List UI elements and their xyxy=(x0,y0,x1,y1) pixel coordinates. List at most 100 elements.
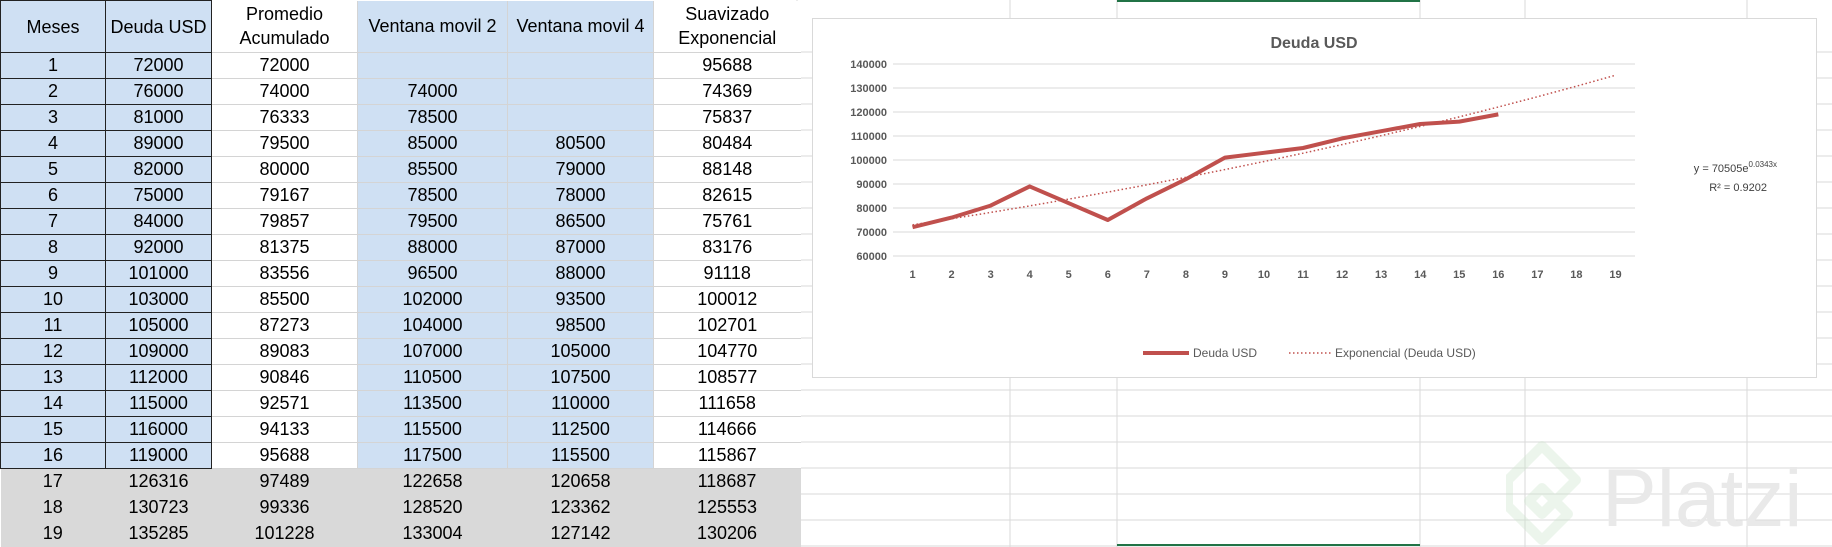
table-cell[interactable] xyxy=(507,78,654,105)
table-cell[interactable]: 92571 xyxy=(211,390,358,417)
table-cell[interactable]: 128520 xyxy=(357,494,508,521)
table-cell[interactable]: 19 xyxy=(0,520,106,547)
table-cell[interactable]: 88000 xyxy=(357,234,508,261)
table-cell[interactable]: 79857 xyxy=(211,208,358,235)
table-cell[interactable]: 8 xyxy=(0,234,106,261)
table-cell[interactable]: 113500 xyxy=(357,390,508,417)
table-cell[interactable]: 122658 xyxy=(357,468,508,495)
table-cell[interactable]: 2 xyxy=(0,78,106,105)
table-cell[interactable]: 127142 xyxy=(507,520,654,547)
table-cell[interactable]: 83176 xyxy=(653,234,801,261)
table-cell[interactable]: 126316 xyxy=(105,468,212,495)
table-cell[interactable]: 86500 xyxy=(507,208,654,235)
table-cell[interactable]: 74369 xyxy=(653,78,801,105)
table-cell[interactable]: 117500 xyxy=(357,442,508,469)
table-cell[interactable]: 110500 xyxy=(357,364,508,391)
table-cell[interactable]: 115500 xyxy=(507,442,654,469)
header-cell[interactable]: Ventana movil 2 xyxy=(357,0,508,53)
table-cell[interactable]: 104770 xyxy=(653,338,801,365)
table-cell[interactable]: 87000 xyxy=(507,234,654,261)
table-cell[interactable]: 115867 xyxy=(653,442,801,469)
table-cell[interactable]: 105000 xyxy=(507,338,654,365)
header-cell[interactable]: Deuda USD xyxy=(105,0,212,53)
table-cell[interactable]: 85500 xyxy=(357,156,508,183)
table-cell[interactable]: 80500 xyxy=(507,130,654,157)
table-cell[interactable]: 101000 xyxy=(105,260,212,287)
table-cell[interactable]: 95688 xyxy=(211,442,358,469)
table-cell[interactable]: 15 xyxy=(0,416,106,443)
header-cell[interactable]: Suavizado Exponencial xyxy=(653,0,801,53)
table-cell[interactable]: 3 xyxy=(0,104,106,131)
table-cell[interactable]: 104000 xyxy=(357,312,508,339)
table-cell[interactable]: 95688 xyxy=(653,52,801,79)
table-cell[interactable]: 6 xyxy=(0,182,106,209)
table-cell[interactable]: 17 xyxy=(0,468,106,495)
table-cell[interactable]: 99336 xyxy=(211,494,358,521)
table-cell[interactable]: 111658 xyxy=(653,390,801,417)
table-cell[interactable]: 119000 xyxy=(105,442,212,469)
table-cell[interactable]: 100012 xyxy=(653,286,801,313)
table-cell[interactable]: 5 xyxy=(0,156,106,183)
table-cell[interactable]: 75000 xyxy=(105,182,212,209)
table-cell[interactable]: 115500 xyxy=(357,416,508,443)
table-cell[interactable]: 12 xyxy=(0,338,106,365)
table-cell[interactable]: 93500 xyxy=(507,286,654,313)
table-cell[interactable]: 116000 xyxy=(105,416,212,443)
table-cell[interactable]: 89000 xyxy=(105,130,212,157)
chart-area[interactable]: Deuda USD y = 70505e0.0343x R² = 0.9202 … xyxy=(812,18,1817,378)
table-cell[interactable]: 75761 xyxy=(653,208,801,235)
table-cell[interactable]: 7 xyxy=(0,208,106,235)
table-cell[interactable]: 11 xyxy=(0,312,106,339)
table-cell[interactable]: 103000 xyxy=(105,286,212,313)
table-cell[interactable]: 76333 xyxy=(211,104,358,131)
table-cell[interactable]: 81000 xyxy=(105,104,212,131)
table-cell[interactable]: 84000 xyxy=(105,208,212,235)
table-cell[interactable]: 92000 xyxy=(105,234,212,261)
table-cell[interactable]: 79167 xyxy=(211,182,358,209)
table-cell[interactable]: 91118 xyxy=(653,260,801,287)
table-cell[interactable]: 13 xyxy=(0,364,106,391)
table-cell[interactable]: 76000 xyxy=(105,78,212,105)
table-cell[interactable]: 81375 xyxy=(211,234,358,261)
table-cell[interactable] xyxy=(357,52,508,79)
table-cell[interactable]: 82000 xyxy=(105,156,212,183)
table-cell[interactable]: 114666 xyxy=(653,416,801,443)
table-cell[interactable]: 9 xyxy=(0,260,106,287)
table-cell[interactable]: 96500 xyxy=(357,260,508,287)
table-cell[interactable]: 130723 xyxy=(105,494,212,521)
table-cell[interactable]: 88000 xyxy=(507,260,654,287)
table-cell[interactable]: 74000 xyxy=(211,78,358,105)
table-cell[interactable]: 133004 xyxy=(357,520,508,547)
table-cell[interactable]: 85500 xyxy=(211,286,358,313)
table-cell[interactable]: 130206 xyxy=(653,520,801,547)
header-cell[interactable]: Promedio Acumulado xyxy=(211,0,358,53)
table-cell[interactable]: 72000 xyxy=(211,52,358,79)
table-cell[interactable]: 14 xyxy=(0,390,106,417)
table-cell[interactable]: 88148 xyxy=(653,156,801,183)
header-cell[interactable]: Meses xyxy=(0,0,106,53)
table-cell[interactable]: 135285 xyxy=(105,520,212,547)
table-cell[interactable]: 98500 xyxy=(507,312,654,339)
table-cell[interactable]: 110000 xyxy=(507,390,654,417)
table-cell[interactable] xyxy=(507,52,654,79)
header-cell[interactable]: Ventana movil 4 xyxy=(507,0,654,53)
table-cell[interactable]: 120658 xyxy=(507,468,654,495)
table-cell[interactable]: 78000 xyxy=(507,182,654,209)
table-cell[interactable]: 18 xyxy=(0,494,106,521)
table-cell[interactable]: 80484 xyxy=(653,130,801,157)
table-cell[interactable]: 107000 xyxy=(357,338,508,365)
table-cell[interactable]: 102701 xyxy=(653,312,801,339)
table-cell[interactable]: 108577 xyxy=(653,364,801,391)
table-cell[interactable]: 72000 xyxy=(105,52,212,79)
table-cell[interactable]: 90846 xyxy=(211,364,358,391)
table-cell[interactable]: 125553 xyxy=(653,494,801,521)
table-cell[interactable]: 87273 xyxy=(211,312,358,339)
table-cell[interactable]: 97489 xyxy=(211,468,358,495)
table-cell[interactable]: 75837 xyxy=(653,104,801,131)
table-cell[interactable]: 16 xyxy=(0,442,106,469)
table-cell[interactable]: 109000 xyxy=(105,338,212,365)
table-cell[interactable]: 80000 xyxy=(211,156,358,183)
table-cell[interactable]: 4 xyxy=(0,130,106,157)
table-cell[interactable]: 78500 xyxy=(357,182,508,209)
table-cell[interactable]: 94133 xyxy=(211,416,358,443)
